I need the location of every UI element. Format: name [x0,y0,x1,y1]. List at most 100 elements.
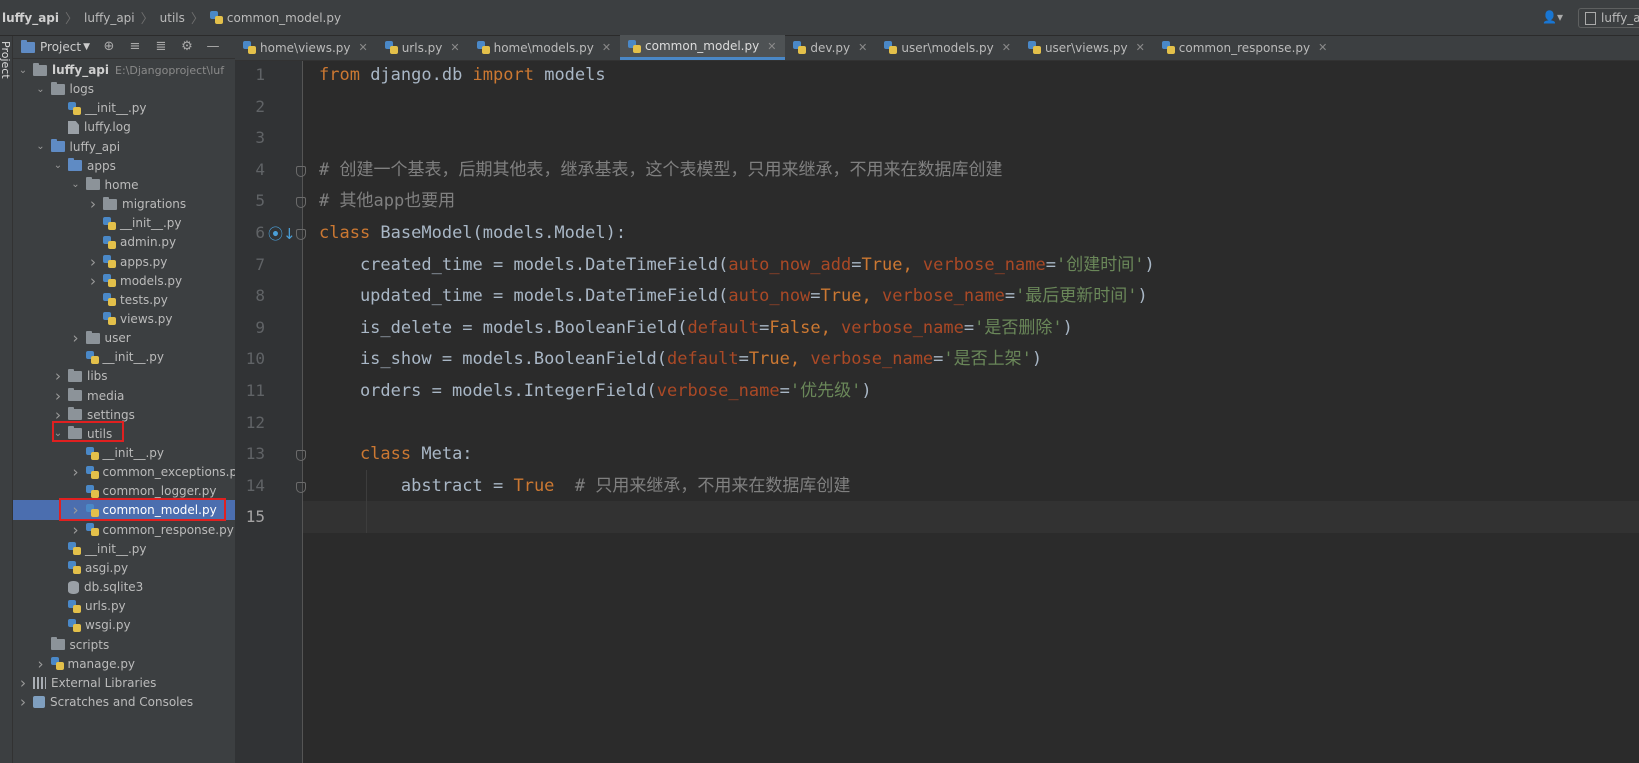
chevron-right-icon[interactable]: › [52,367,64,385]
code-line[interactable]: # 其他app也要用 [303,185,1639,217]
tree-item[interactable]: __init__.py [13,98,235,118]
code-editor[interactable]: from django.db import models # 创建一个基表，后期其… [303,61,1639,763]
close-icon[interactable]: ✕ [450,41,459,54]
tree-item[interactable]: › media [13,386,235,406]
code-line[interactable] [303,501,1639,534]
tree-item[interactable]: › settings [13,405,235,425]
tree-item[interactable]: __init__.py [13,213,235,233]
tree-item[interactable]: › External Libraries [13,673,235,693]
chevron-right-icon[interactable]: › [87,253,99,271]
code-line[interactable]: class Meta: [303,438,1639,470]
tree-item[interactable]: urls.py [13,596,235,616]
tree-item[interactable]: asgi.py [13,558,235,578]
tree-item[interactable]: ⌄ utils [13,424,235,444]
breadcrumb-item[interactable]: luffy_api [0,11,63,25]
run-config-button[interactable]: luffy_a [1578,8,1639,28]
tree-item[interactable]: › models.py [13,271,235,291]
code-line[interactable]: is_show = models.BooleanField(default=Tr… [303,343,1639,375]
breadcrumb-item[interactable]: common_model.py [206,11,345,25]
editor-tab[interactable]: home\models.py ✕ [469,35,620,60]
breadcrumb-item[interactable]: utils [156,11,189,25]
project-view-selector[interactable]: Project ▼ [21,39,90,54]
tree-item[interactable]: › manage.py [13,654,235,674]
chevron-right-icon[interactable]: › [35,655,47,673]
code-line[interactable] [303,122,1639,154]
chevron-down-icon[interactable]: ⌄ [35,84,47,95]
tree-item[interactable]: __init__.py [13,347,235,367]
chevron-right-icon[interactable]: › [52,387,64,405]
chevron-right-icon[interactable]: › [70,329,82,347]
locate-icon[interactable]: ⊕ [102,40,116,54]
code-line[interactable] [303,407,1639,439]
chevron-right-icon[interactable]: › [17,693,29,711]
chevron-down-icon[interactable]: ⌄ [52,160,64,171]
tree-item[interactable]: › common_response.py [13,520,235,540]
code-line[interactable]: from django.db import models [303,61,1639,91]
code-line[interactable]: orders = models.IntegerField(verbose_nam… [303,375,1639,407]
minimize-icon[interactable]: — [206,40,220,54]
code-line[interactable]: # 创建一个基表，后期其他表，继承基表，这个表模型，只用来继承，不用来在数据库创… [303,154,1639,186]
tree-item[interactable]: › migrations [13,194,235,214]
tree-item[interactable]: scripts [13,635,235,655]
code-line[interactable]: abstract = True # 只用来继承，不用来在数据库创建 [303,470,1639,502]
tree-item[interactable]: wsgi.py [13,615,235,635]
editor-tab[interactable]: user\models.py ✕ [876,35,1020,60]
close-icon[interactable]: ✕ [858,41,867,54]
tree-item[interactable]: views.py [13,309,235,329]
code-line[interactable]: updated_time = models.DateTimeField(auto… [303,280,1639,312]
editor-tab[interactable]: user\views.py ✕ [1020,35,1154,60]
close-icon[interactable]: ✕ [1002,41,1011,54]
fold-marker-icon[interactable] [296,165,306,177]
tree-item[interactable]: › apps.py [13,252,235,272]
chevron-down-icon[interactable]: ⌄ [52,428,64,439]
editor-tab[interactable]: urls.py ✕ [377,35,469,60]
tree-item[interactable]: ⌄ luffy_api [13,137,235,157]
tree-item[interactable]: common_logger.py [13,481,235,501]
editor-tab[interactable]: dev.py ✕ [785,35,876,60]
tree-item[interactable]: db.sqlite3 [13,577,235,597]
tree-item[interactable]: __init__.py [13,539,235,559]
user-icon[interactable]: 👤▾ [1542,10,1563,24]
close-icon[interactable]: ✕ [767,40,776,53]
code-line[interactable]: is_delete = models.BooleanField(default=… [303,312,1639,344]
chevron-right-icon[interactable]: › [70,521,82,539]
tree-item[interactable]: › user [13,328,235,348]
chevron-right-icon[interactable]: › [17,674,29,692]
tree-item[interactable]: ⌄ apps [13,156,235,176]
gear-icon[interactable]: ⚙ [180,40,194,54]
editor-tab[interactable]: home\views.py ✕ [235,35,377,60]
close-icon[interactable]: ✕ [1136,41,1145,54]
tree-item[interactable]: › common_exceptions.py [13,462,236,482]
chevron-right-icon[interactable]: › [87,195,99,213]
tree-item[interactable]: __init__.py [13,443,235,463]
collapse-all-icon[interactable]: ≣ [154,40,168,54]
close-icon[interactable]: ✕ [602,41,611,54]
chevron-right-icon[interactable]: › [52,406,64,424]
implemented-marker-icon[interactable]: ⦿↓ [268,223,296,244]
code-line[interactable]: created_time = models.DateTimeField(auto… [303,249,1639,281]
tree-item[interactable]: admin.py [13,232,235,252]
tree-item[interactable]: luffy.log [13,117,235,137]
tree-item[interactable]: › libs [13,366,235,386]
fold-marker-icon[interactable] [296,229,306,240]
tree-item[interactable]: ⌄ home [13,175,235,195]
tree-item[interactable]: ⌄ logs [13,79,235,99]
fold-marker-icon[interactable] [296,450,306,462]
breadcrumb-item[interactable]: luffy_api [80,11,139,25]
tree-item[interactable]: › Scratches and Consoles [13,692,235,712]
chevron-down-icon[interactable]: ⌄ [17,65,29,76]
tree-item[interactable]: › common_model.py [13,500,235,521]
chevron-right-icon[interactable]: › [70,463,82,481]
chevron-right-icon[interactable]: › [87,272,99,290]
code-line[interactable]: class BaseModel(models.Model): [303,217,1639,249]
tree-item[interactable]: ⌄ luffy_api E:\Djangoproject\luf [13,60,235,80]
expand-all-icon[interactable]: ≡ [128,40,142,54]
chevron-right-icon[interactable]: › [70,501,82,519]
editor-tab[interactable]: common_model.py ✕ [620,35,786,60]
close-icon[interactable]: ✕ [358,41,367,54]
editor-tab[interactable]: common_response.py ✕ [1154,35,1337,60]
chevron-down-icon[interactable]: ⌄ [70,179,82,190]
code-line[interactable] [303,91,1639,123]
fold-marker-icon[interactable] [296,481,306,493]
project-stripe-button[interactable]: Project [0,41,12,79]
